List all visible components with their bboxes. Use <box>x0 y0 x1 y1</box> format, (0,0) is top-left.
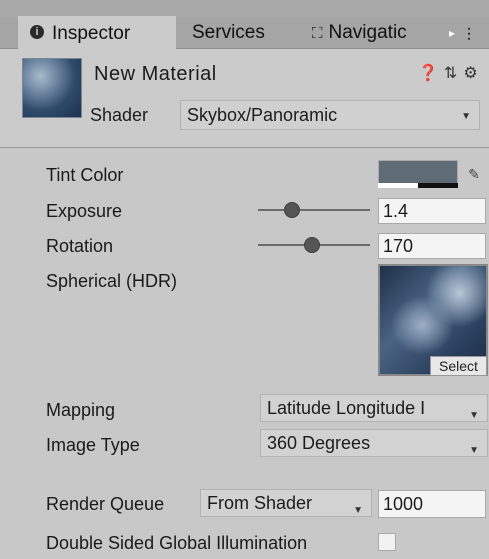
tint-alpha-bar-fill <box>418 183 458 188</box>
exposure-slider[interactable] <box>258 200 370 220</box>
rotation-slider-knob[interactable] <box>304 237 320 253</box>
exposure-label: Exposure <box>46 201 123 221</box>
render-queue-mode-value: From Shader <box>207 493 313 513</box>
settings-gear-icon[interactable]: ⚙ <box>463 65 477 82</box>
render-queue-label: Render Queue <box>46 494 165 514</box>
info-icon: i <box>30 24 44 39</box>
material-preview-thumbnail <box>22 58 82 118</box>
double-sided-gi-checkbox[interactable] <box>378 533 396 551</box>
exposure-slider-track <box>258 209 370 211</box>
eyedropper-icon[interactable]: ✎ <box>462 160 486 188</box>
image-type-label: Image Type <box>46 435 140 455</box>
double-sided-gi-label: Double Sided Global Illumination <box>46 533 308 553</box>
spherical-hdr-label: Spherical (HDR) <box>46 271 178 291</box>
texture-select-button[interactable]: Select <box>430 356 487 376</box>
mapping-dropdown[interactable]: Latitude Longitude I ▼ <box>260 394 488 422</box>
rotation-input[interactable]: 170 <box>378 233 486 259</box>
image-type-value: 360 Degrees <box>267 433 371 453</box>
tab-navigation-label: Navigatic <box>328 22 407 43</box>
tab-overflow-arrow-icon[interactable]: ▸ <box>444 22 460 44</box>
shader-value: Skybox/Panoramic <box>187 105 338 125</box>
shader-label: Shader <box>90 105 149 125</box>
chevron-down-icon: ▼ <box>469 445 479 456</box>
material-name: New Material <box>94 63 217 85</box>
tab-services-label: Services <box>192 22 265 43</box>
tab-bar: i Inspector Services ⛶ Navigatic ▸ ⋮ <box>0 16 489 50</box>
mapping-value: Latitude Longitude I <box>267 398 426 418</box>
rotation-slider[interactable] <box>258 235 370 255</box>
render-queue-mode-dropdown[interactable]: From Shader ▼ <box>200 489 372 517</box>
material-header: New Material ❓ ⇅ ⚙ Shader Skybox/Panoramic… <box>0 49 489 148</box>
tab-inspector[interactable]: i Inspector <box>18 16 176 50</box>
kebab-menu-icon[interactable]: ⋮ <box>462 22 476 44</box>
render-queue-input[interactable]: 1000 <box>378 490 486 518</box>
tab-inspector-label: Inspector <box>52 23 131 44</box>
shader-dropdown[interactable]: Skybox/Panoramic ▼ <box>180 100 480 130</box>
image-type-dropdown[interactable]: 360 Degrees ▼ <box>260 429 488 457</box>
header-icons: ❓ ⇅ ⚙ <box>418 63 484 83</box>
exposure-slider-knob[interactable] <box>284 202 300 218</box>
navigation-icon: ⛶ <box>312 25 323 42</box>
presets-icon[interactable]: ⇅ <box>444 65 457 82</box>
chevron-down-icon: ▼ <box>353 505 363 516</box>
chevron-down-icon: ▼ <box>469 410 479 421</box>
mapping-label: Mapping <box>46 400 116 420</box>
rotation-label: Rotation <box>46 236 114 256</box>
tab-services[interactable]: Services <box>176 18 300 48</box>
help-icon[interactable]: ❓ <box>418 65 438 82</box>
tint-color-label: Tint Color <box>46 165 124 185</box>
chevron-down-icon: ▼ <box>461 111 471 122</box>
exposure-input[interactable]: 1.4 <box>378 198 486 224</box>
tab-navigation[interactable]: ⛶ Navigatic <box>300 18 454 48</box>
